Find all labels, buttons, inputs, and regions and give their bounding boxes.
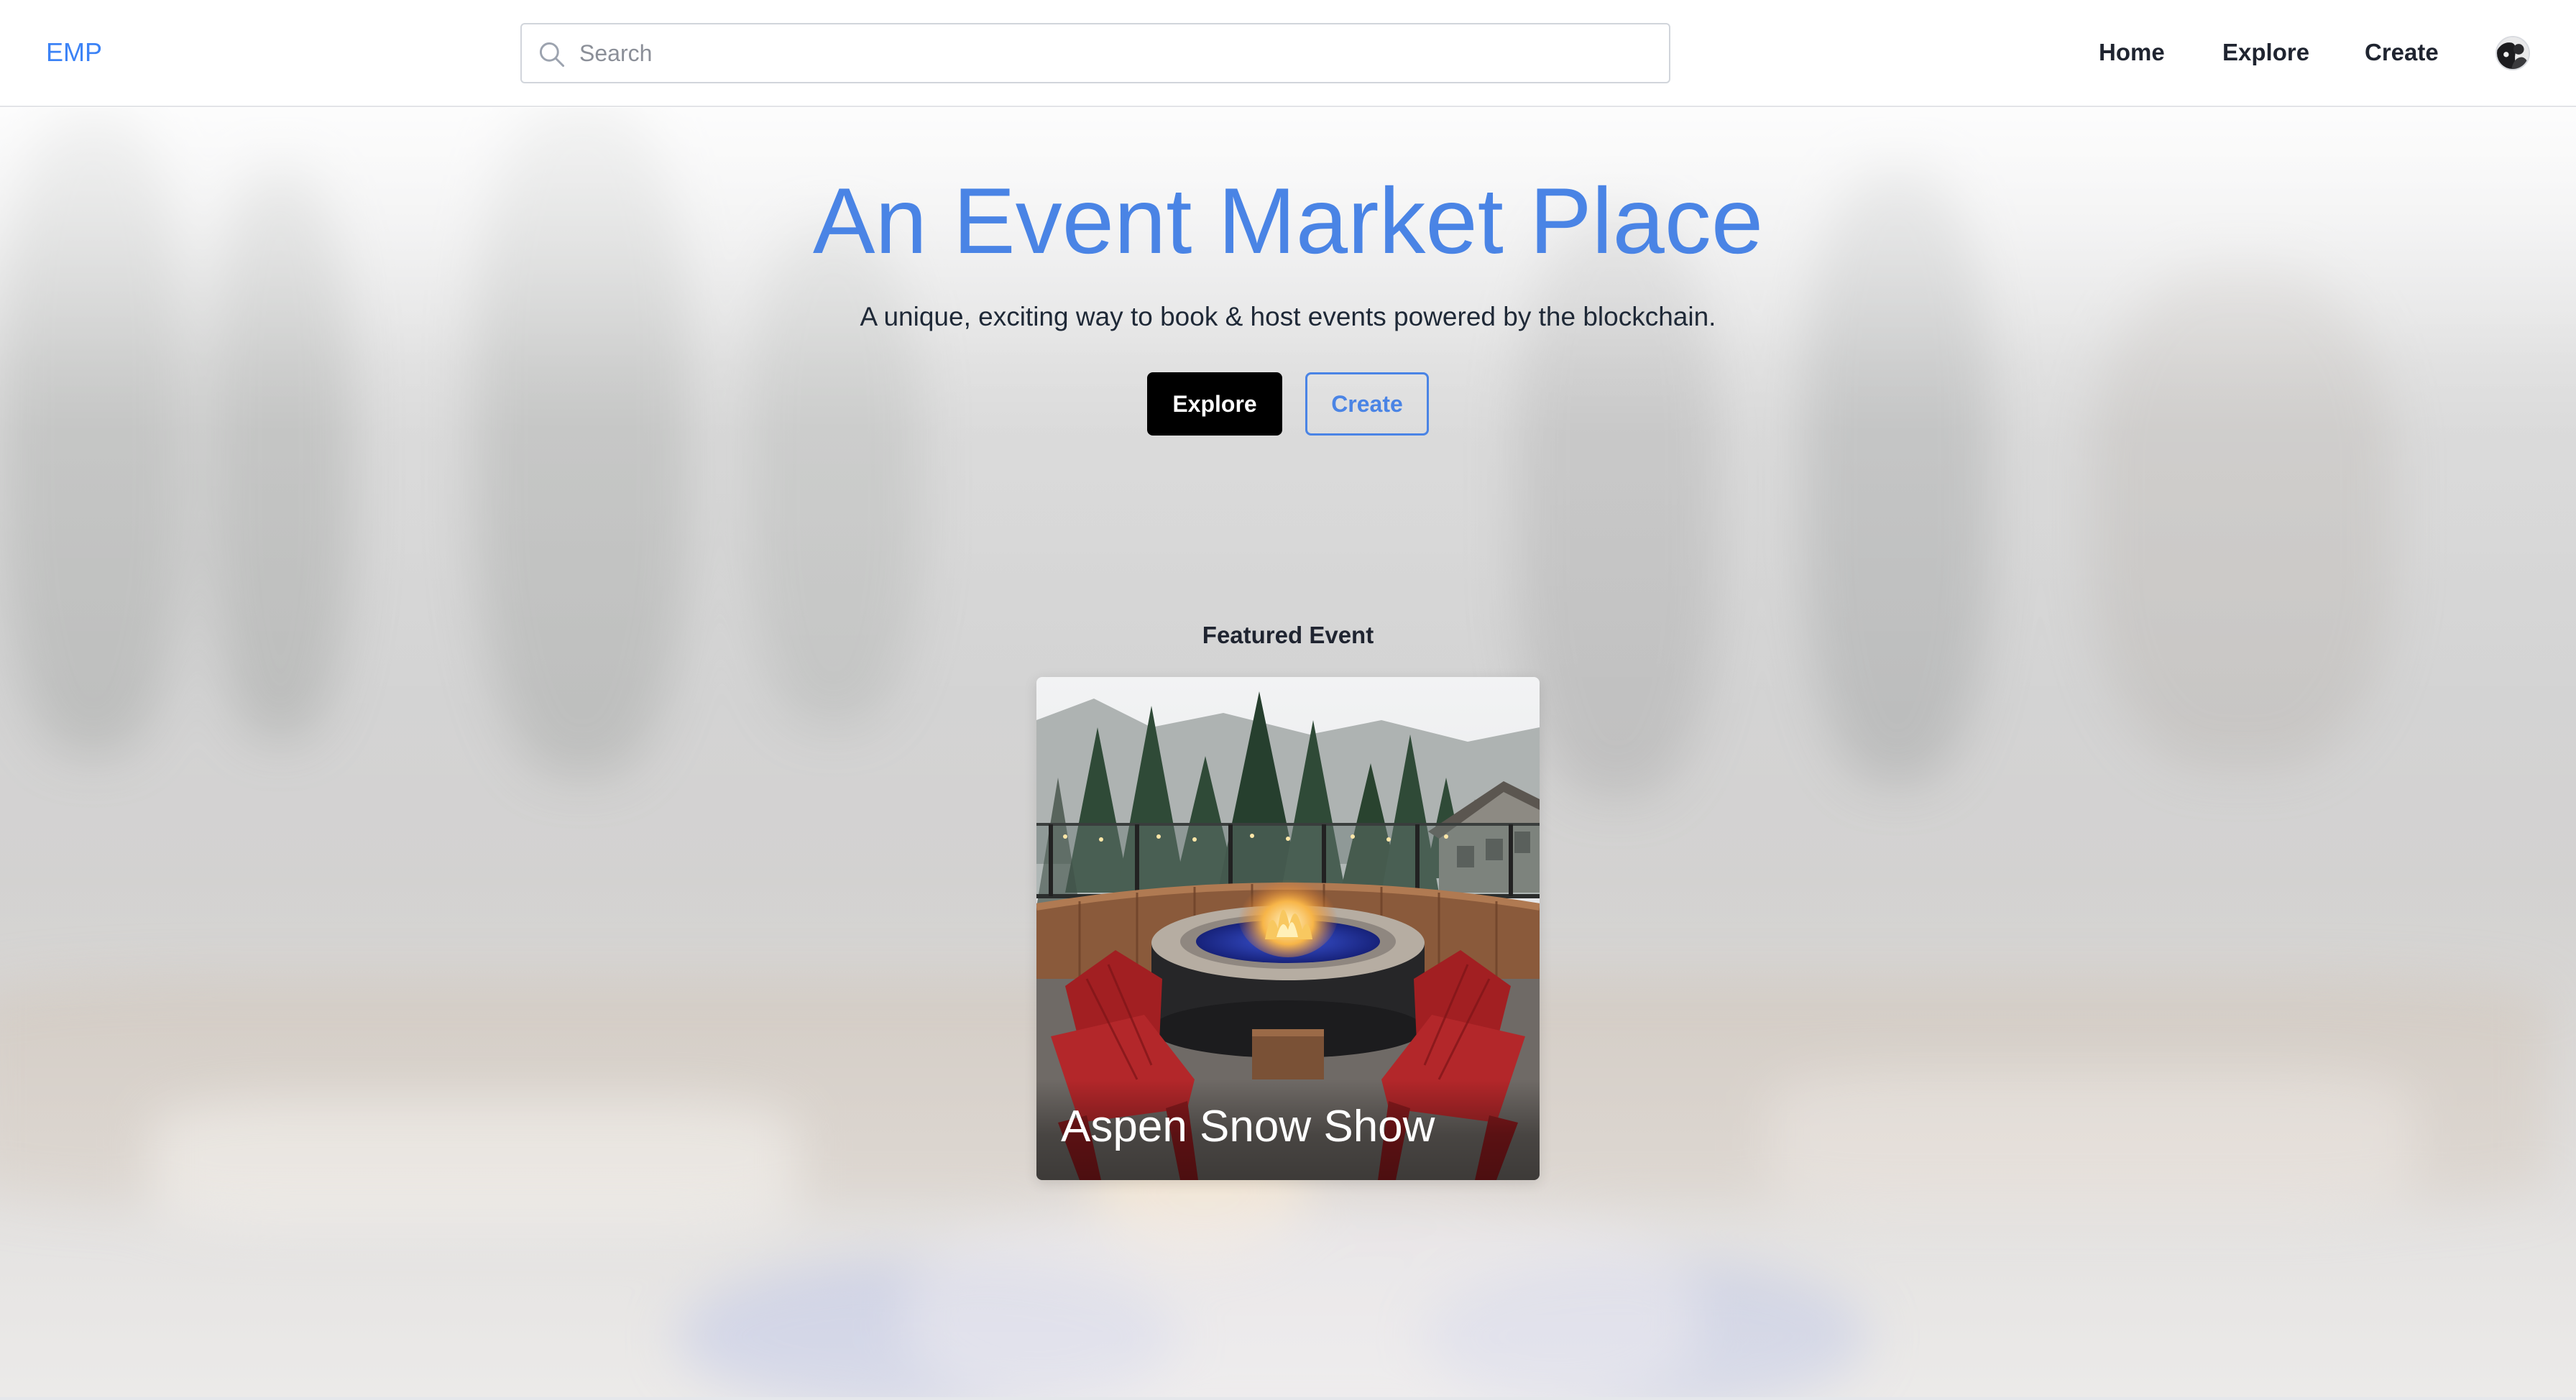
explore-button[interactable]: Explore <box>1147 372 1282 436</box>
featured-event-card[interactable]: Aspen Snow Show <box>1036 677 1540 1180</box>
page: EMP Home Explore Create <box>0 0 2576 1400</box>
navbar: EMP Home Explore Create <box>0 0 2576 107</box>
search-bar[interactable] <box>520 23 1670 83</box>
brand-logo[interactable]: EMP <box>46 36 102 69</box>
search-icon <box>539 42 565 68</box>
nav-home-link[interactable]: Home <box>2099 36 2165 69</box>
avatar-image <box>2497 37 2529 69</box>
footer-divider <box>0 1397 2576 1400</box>
search-input[interactable] <box>579 24 1657 82</box>
hero-title: An Event Market Place <box>812 168 1764 273</box>
nav-explore-link[interactable]: Explore <box>2222 36 2309 69</box>
nav-create-link[interactable]: Create <box>2365 36 2439 69</box>
hero-subtitle: A unique, exciting way to book & host ev… <box>860 302 1716 331</box>
featured-event-label: Featured Event <box>1202 622 1374 648</box>
event-title: Aspen Snow Show <box>1061 1102 1435 1151</box>
user-avatar[interactable] <box>2496 36 2530 70</box>
create-button[interactable]: Create <box>1305 372 1429 436</box>
